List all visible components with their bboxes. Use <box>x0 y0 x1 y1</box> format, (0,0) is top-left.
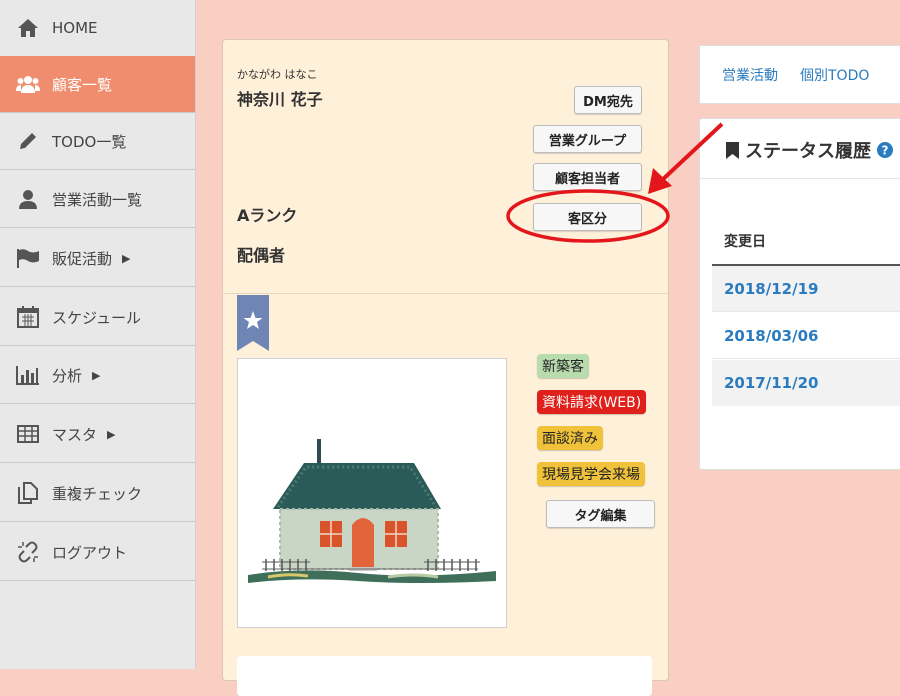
sales-group-button[interactable]: 営業グループ <box>533 125 642 153</box>
tab-sales-activity[interactable]: 営業活動 <box>722 65 778 85</box>
history-row[interactable]: 2017/11/20 <box>712 360 900 406</box>
history-row[interactable]: 2018/12/19 <box>712 266 900 312</box>
pencil-icon <box>16 129 40 153</box>
house-image <box>237 358 507 628</box>
tag-site-visit[interactable]: 現場見学会来場 <box>537 462 645 486</box>
sidebar-item-label: 重複チェック <box>52 484 143 503</box>
home-icon <box>16 16 40 40</box>
spouse-label: 配偶者 <box>237 246 286 265</box>
sidebar-item-label: 分析 <box>52 366 83 385</box>
sidebar-item-label: 営業活動一覧 <box>52 190 143 209</box>
sidebar-item-duplicate-check[interactable]: 重複チェック <box>0 465 195 522</box>
customer-name: 神奈川 花子 <box>237 90 323 109</box>
column-header-changed-date: 変更日 <box>724 234 766 250</box>
customer-category-button[interactable]: 客区分 <box>533 203 642 231</box>
caret-right-icon: ▶ <box>107 427 116 441</box>
sidebar-item-label: 販促活動 <box>52 249 113 268</box>
flag-icon <box>16 246 40 270</box>
sidebar-item-label: HOME <box>52 19 98 37</box>
bottom-panel <box>237 656 652 696</box>
caret-right-icon: ▶ <box>92 368 101 382</box>
caret-right-icon: ▶ <box>122 251 131 265</box>
sidebar-item-todo[interactable]: TODO一覧 <box>0 113 195 170</box>
top-tabs: 営業活動 個別TODO <box>699 45 900 104</box>
unlink-icon <box>16 540 40 564</box>
sidebar-item-master[interactable]: マスタ ▶ <box>0 406 195 463</box>
status-history-panel: ステータス履歴 ? 変更日 2018/12/19 2018/03/06 2017… <box>699 118 900 470</box>
sidebar: HOME 顧客一覧 TODO一覧 営業活動一覧 販促活動 ▶ スケジュール 分析… <box>0 0 196 669</box>
customer-staff-button[interactable]: 顧客担当者 <box>533 163 642 191</box>
sidebar-item-logout[interactable]: ログアウト <box>0 524 195 581</box>
sidebar-item-label: スケジュール <box>52 308 141 327</box>
customer-furigana: かながわ はなこ <box>237 68 318 81</box>
customer-card: かながわ はなこ 神奈川 花子 Aランク 配偶者 DM宛先 営業グループ 顧客担… <box>222 39 669 696</box>
bookmark-icon <box>726 141 739 159</box>
sidebar-item-label: マスタ <box>52 425 98 444</box>
customer-rank: Aランク <box>237 206 298 225</box>
help-icon[interactable]: ? <box>877 142 893 158</box>
status-history-title: ステータス履歴 ? <box>726 137 893 163</box>
divider <box>700 178 900 179</box>
sidebar-item-label: TODO一覧 <box>52 132 127 151</box>
sidebar-item-sales-activities[interactable]: 営業活動一覧 <box>0 171 195 228</box>
calendar-icon <box>16 305 40 329</box>
sidebar-item-schedule[interactable]: スケジュール <box>0 289 195 346</box>
user-icon <box>16 187 40 211</box>
favorite-star-icon[interactable] <box>237 295 269 351</box>
tag-edit-button[interactable]: タグ編集 <box>546 500 655 528</box>
sidebar-item-home[interactable]: HOME <box>0 0 195 57</box>
users-icon <box>16 72 40 96</box>
svg-text:?: ? <box>882 144 889 158</box>
sidebar-item-analysis[interactable]: 分析 ▶ <box>0 347 195 404</box>
tab-individual-todo[interactable]: 個別TODO <box>800 65 869 85</box>
table-icon <box>16 422 40 446</box>
copy-icon <box>16 481 40 505</box>
sidebar-item-label: ログアウト <box>52 543 128 562</box>
tag-new-construction[interactable]: 新築客 <box>537 354 589 378</box>
divider <box>223 293 668 294</box>
tag-doc-request-web[interactable]: 資料請求(WEB) <box>537 390 647 414</box>
sidebar-item-customers[interactable]: 顧客一覧 <box>0 56 195 113</box>
tag-interviewed[interactable]: 面談済み <box>537 426 603 450</box>
history-row[interactable]: 2018/03/06 <box>712 313 900 359</box>
dm-recipient-button[interactable]: DM宛先 <box>574 86 642 114</box>
bar-chart-icon <box>16 363 40 387</box>
sidebar-item-promotions[interactable]: 販促活動 ▶ <box>0 230 195 287</box>
sidebar-item-label: 顧客一覧 <box>52 75 113 94</box>
